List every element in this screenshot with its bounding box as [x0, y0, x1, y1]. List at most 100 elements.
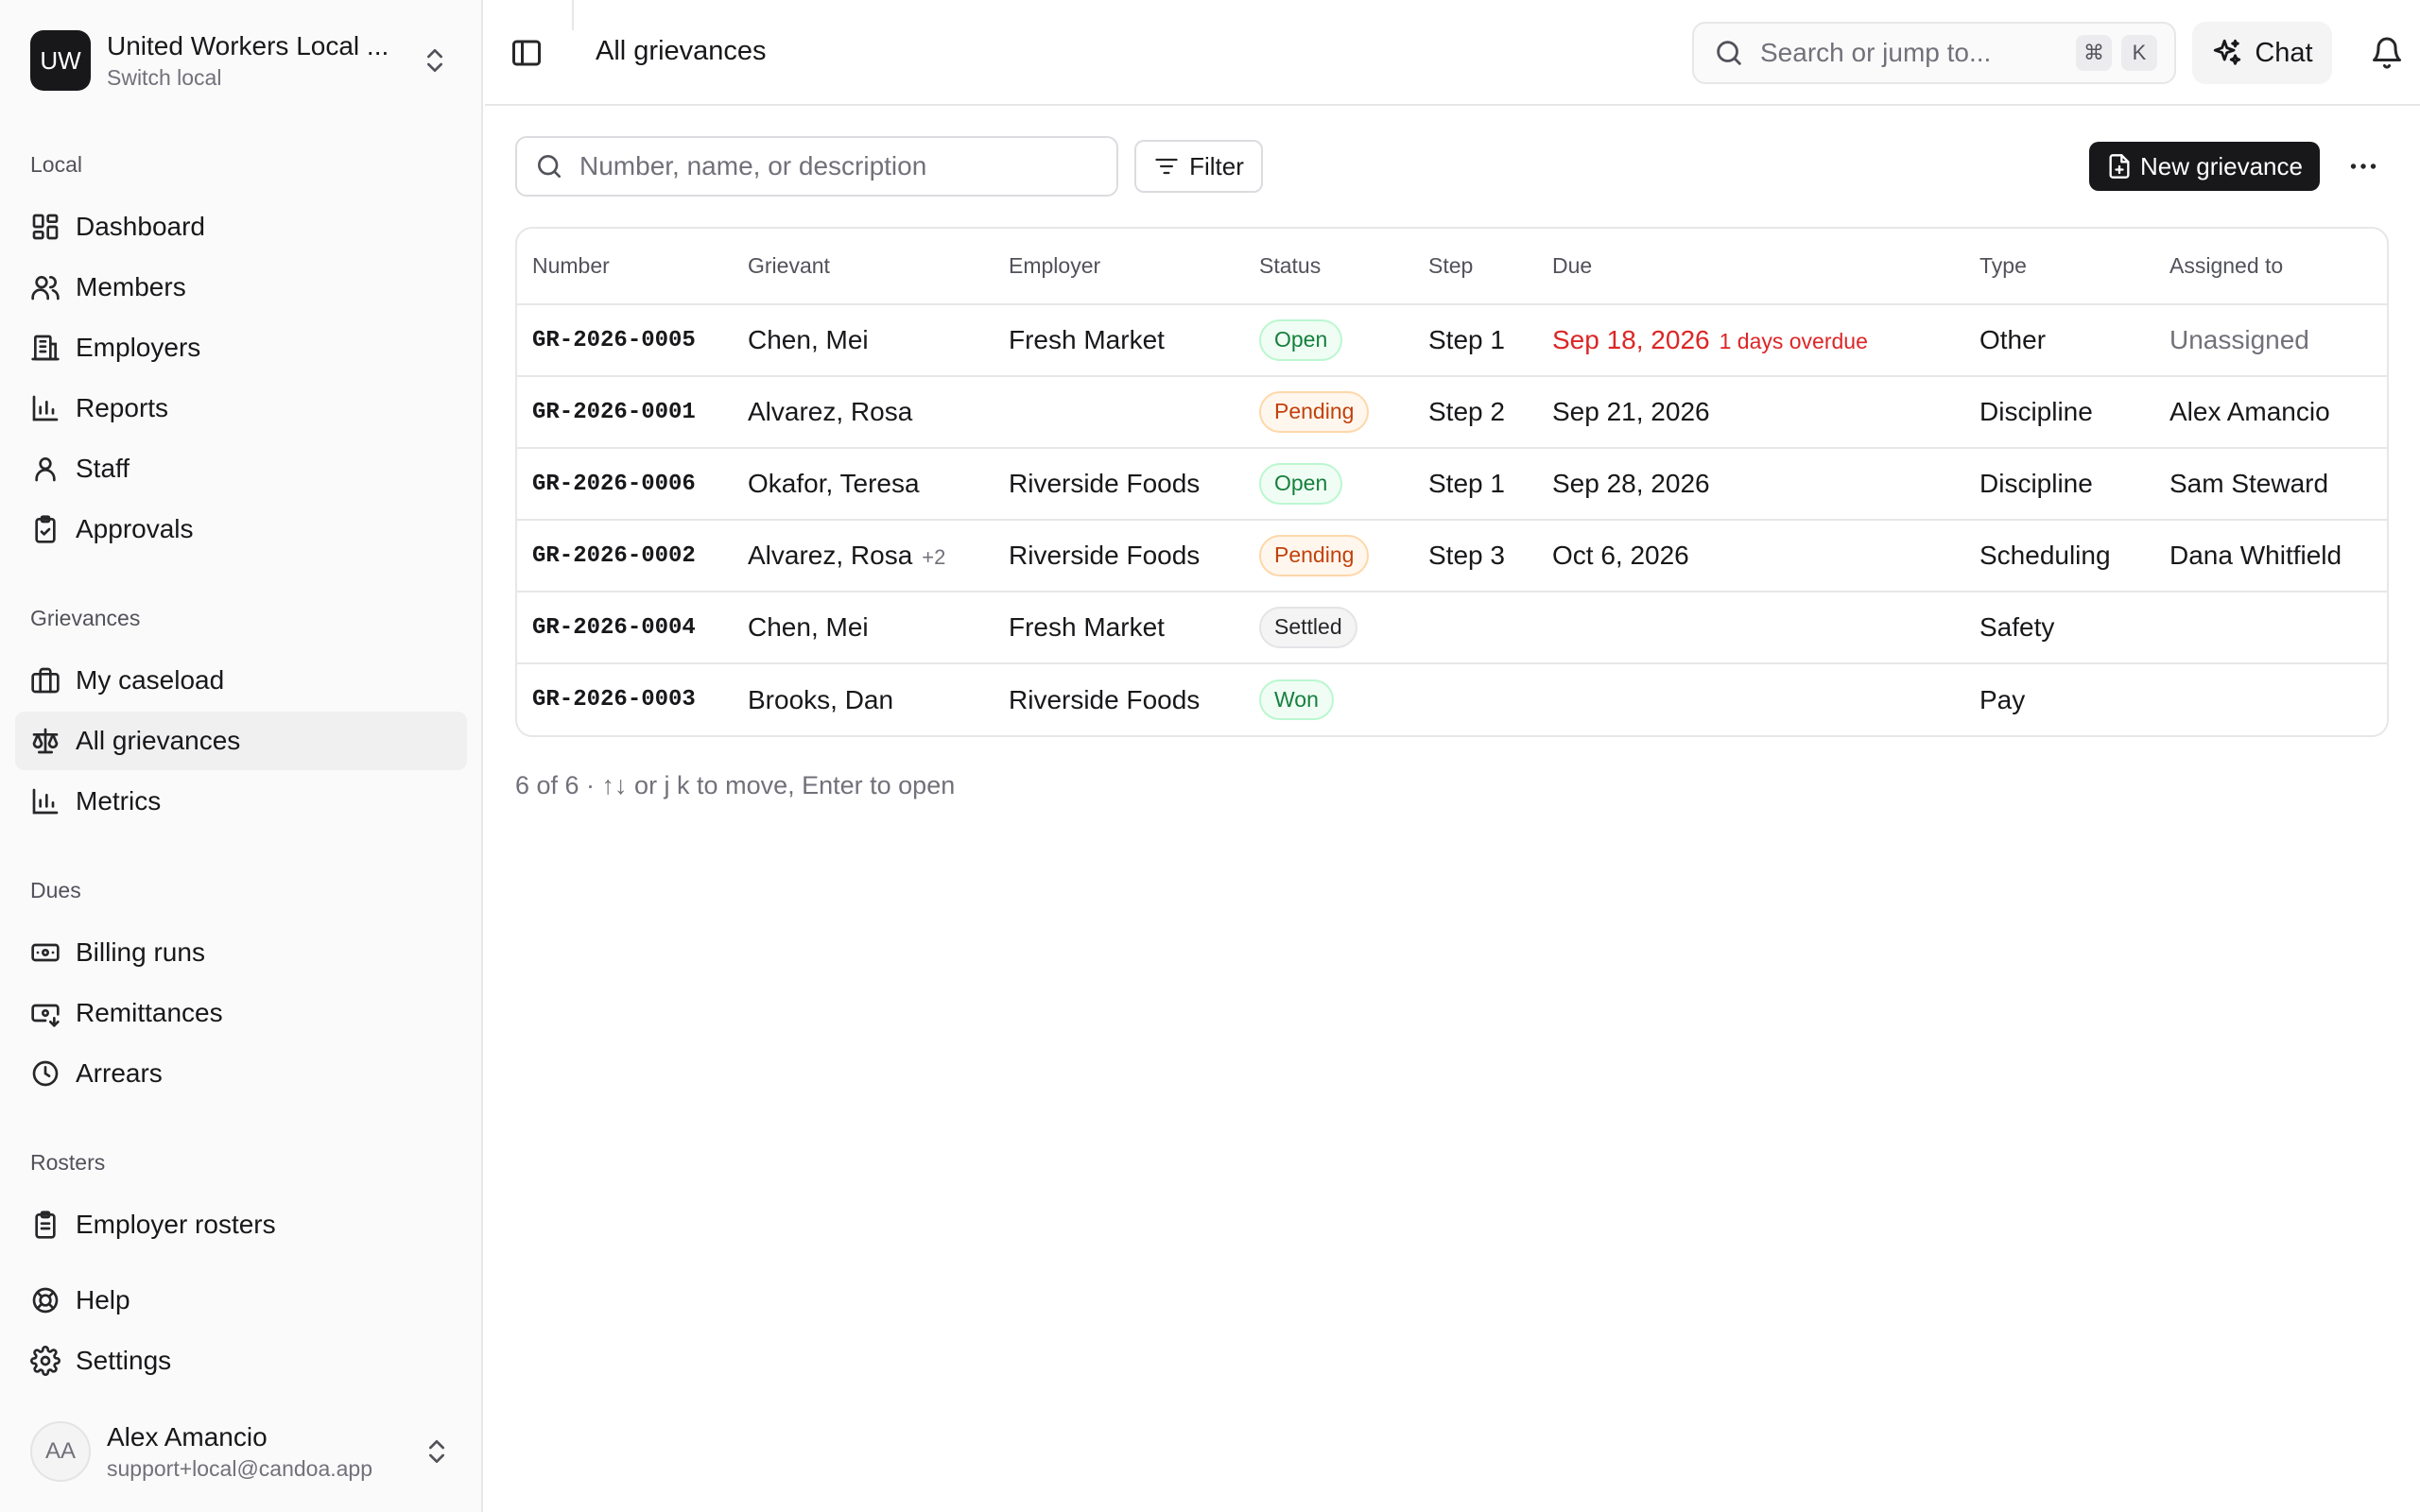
users-icon — [30, 272, 60, 302]
grievance-number: GR-2026-0003 — [532, 687, 696, 713]
column-header-status[interactable]: Status — [1244, 229, 1413, 305]
assigned-cell: Unassigned — [2154, 304, 2387, 377]
user-menu[interactable]: AA Alex Amancio support+local@candoa.app — [15, 1418, 467, 1486]
user-name: Alex Amancio — [107, 1421, 268, 1452]
status-cell: Open — [1244, 304, 1413, 377]
search-icon — [1713, 37, 1745, 69]
sidebar-item-label: Settings — [76, 1346, 172, 1375]
type-cell: Other — [1964, 304, 2154, 377]
assigned-cell — [2154, 663, 2387, 735]
chevron-up-down-icon — [420, 45, 450, 76]
org-logo: UW — [30, 30, 91, 91]
table-row[interactable]: GR-2026-0002 Alvarez, Rosa +2 Riverside F… — [517, 520, 2387, 593]
sidebar-item-label: Metrics — [76, 786, 162, 816]
sidebar-item-billing-runs[interactable]: Billing runs — [15, 923, 467, 982]
assigned-cell: Dana Whitfield — [2154, 520, 2387, 593]
sidebar-item-approvals[interactable]: Approvals — [15, 500, 467, 558]
clipboard-list-icon — [30, 1210, 60, 1240]
dashboard-icon — [30, 212, 60, 242]
grievance-number: GR-2026-0006 — [517, 448, 733, 521]
column-header-number[interactable]: Number — [517, 229, 733, 305]
bar-chart-icon — [30, 393, 60, 423]
filter-button[interactable]: Filter — [1134, 140, 1263, 193]
grievant-name: Brooks, Dan — [748, 684, 894, 714]
grievant-name: Chen, Mei — [748, 612, 869, 642]
sidebar-item-members[interactable]: Members — [15, 258, 467, 317]
chat-button[interactable]: Chat — [2192, 22, 2332, 84]
banknote-arrow-icon — [30, 998, 60, 1028]
sidebar-item-dashboard[interactable]: Dashboard — [15, 198, 467, 256]
sidebar-item-help[interactable]: Help — [15, 1271, 467, 1330]
section-label-local: Local — [30, 152, 82, 177]
sidebar-toggle-icon[interactable] — [510, 36, 544, 70]
org-switcher[interactable]: UW United Workers Local ... Switch local — [15, 15, 465, 106]
sidebar-item-arrears[interactable]: Arrears — [15, 1044, 467, 1103]
sidebar-item-employers[interactable]: Employers — [15, 318, 467, 377]
due-cell: Sep 21, 2026 — [1537, 376, 1964, 449]
employer-cell — [994, 376, 1244, 449]
sidebar-item-reports[interactable]: Reports — [15, 379, 467, 438]
due-cell: Sep 28, 2026 — [1537, 448, 1964, 521]
grievant-name: Okafor, Teresa — [748, 469, 920, 498]
sidebar-item-label: All grievances — [76, 726, 241, 755]
user-icon — [30, 454, 60, 484]
sidebar-item-label: Employer rosters — [76, 1210, 276, 1239]
column-header-employer[interactable]: Employer — [994, 229, 1244, 305]
grievant-name: Alvarez, Rosa — [748, 541, 913, 570]
file-plus-icon — [2106, 153, 2133, 180]
divider — [572, 0, 574, 30]
sidebar-item-label: Approvals — [76, 514, 194, 543]
status-cell: Pending — [1244, 376, 1413, 449]
table-row[interactable]: GR-2026-0004 Chen, Mei Fresh Market Sett… — [517, 592, 2387, 664]
sidebar-item-remittances[interactable]: Remittances — [15, 984, 467, 1042]
table-row[interactable]: GR-2026-0005 Chen, Mei Fresh Market Open… — [517, 304, 2387, 377]
grievance-number: GR-2026-0004 — [517, 592, 733, 664]
sidebar-item-staff[interactable]: Staff — [15, 439, 467, 498]
due-cell: Oct 6, 2026 — [1537, 520, 1964, 593]
grievant-name: Alvarez, Rosa — [748, 397, 913, 426]
employer-cell: Riverside Foods — [1009, 684, 1201, 714]
sidebar-item-label: My caseload — [76, 665, 225, 695]
column-header-type[interactable]: Type — [1964, 229, 2154, 305]
status-badge: Open — [1259, 319, 1343, 361]
section-label-dues: Dues — [30, 878, 81, 902]
column-header-assigned[interactable]: Assigned to — [2154, 229, 2387, 305]
more-options-icon[interactable] — [2346, 149, 2380, 183]
status-cell: Won — [1244, 663, 1413, 735]
grievant-cell: Brooks, Dan — [733, 663, 994, 735]
column-header-step[interactable]: Step — [1413, 229, 1537, 305]
step-cell: Step 1 — [1413, 448, 1537, 521]
sidebar-item-settings[interactable]: Settings — [15, 1332, 467, 1390]
global-search[interactable]: Search or jump to... ⌘ K — [1692, 22, 2176, 84]
sidebar-item-all-grievances[interactable]: All grievances — [15, 712, 467, 770]
grievance-search[interactable] — [515, 136, 1118, 197]
sidebar-item-metrics[interactable]: Metrics — [15, 772, 467, 831]
filter-label: Filter — [1189, 151, 1244, 180]
table-row[interactable]: GR-2026-0006 Okafor, Teresa Riverside Fo… — [517, 448, 2387, 521]
grievance-number: GR-2026-0002 — [517, 520, 733, 593]
user-email: support+local@candoa.app — [107, 1455, 373, 1481]
clock-icon — [30, 1058, 60, 1089]
sidebar-item-label: Members — [76, 272, 186, 301]
sidebar-item-label: Reports — [76, 393, 169, 422]
column-header-due[interactable]: Due — [1537, 229, 1964, 305]
type-cell: Safety — [1964, 592, 2154, 664]
column-header-grievant[interactable]: Grievant — [733, 229, 994, 305]
assigned-cell: Alex Amancio — [2154, 376, 2387, 449]
sidebar-item-label: Dashboard — [76, 212, 205, 241]
grievance-search-input[interactable] — [579, 151, 1116, 181]
new-grievance-button[interactable]: New grievance — [2089, 142, 2320, 191]
bell-icon[interactable] — [2370, 36, 2404, 70]
sidebar-item-my-caseload[interactable]: My caseload — [15, 651, 467, 710]
table-row[interactable]: GR-2026-0003 Brooks, Dan Riverside Foods… — [517, 663, 2387, 735]
step-cell: Step 1 — [1413, 304, 1537, 377]
grievant-cell: Chen, Mei — [733, 304, 994, 377]
due-cell — [1537, 592, 1964, 664]
scale-icon — [30, 726, 60, 756]
grievant-cell: Chen, Mei — [733, 592, 994, 664]
table-row[interactable]: GR-2026-0001 Alvarez, Rosa Pending Step … — [517, 376, 2387, 449]
bar-chart-icon — [30, 786, 60, 816]
sidebar-item-employer-rosters[interactable]: Employer rosters — [15, 1195, 467, 1254]
status-cell: Pending — [1244, 520, 1413, 593]
assigned-cell — [2154, 592, 2387, 664]
